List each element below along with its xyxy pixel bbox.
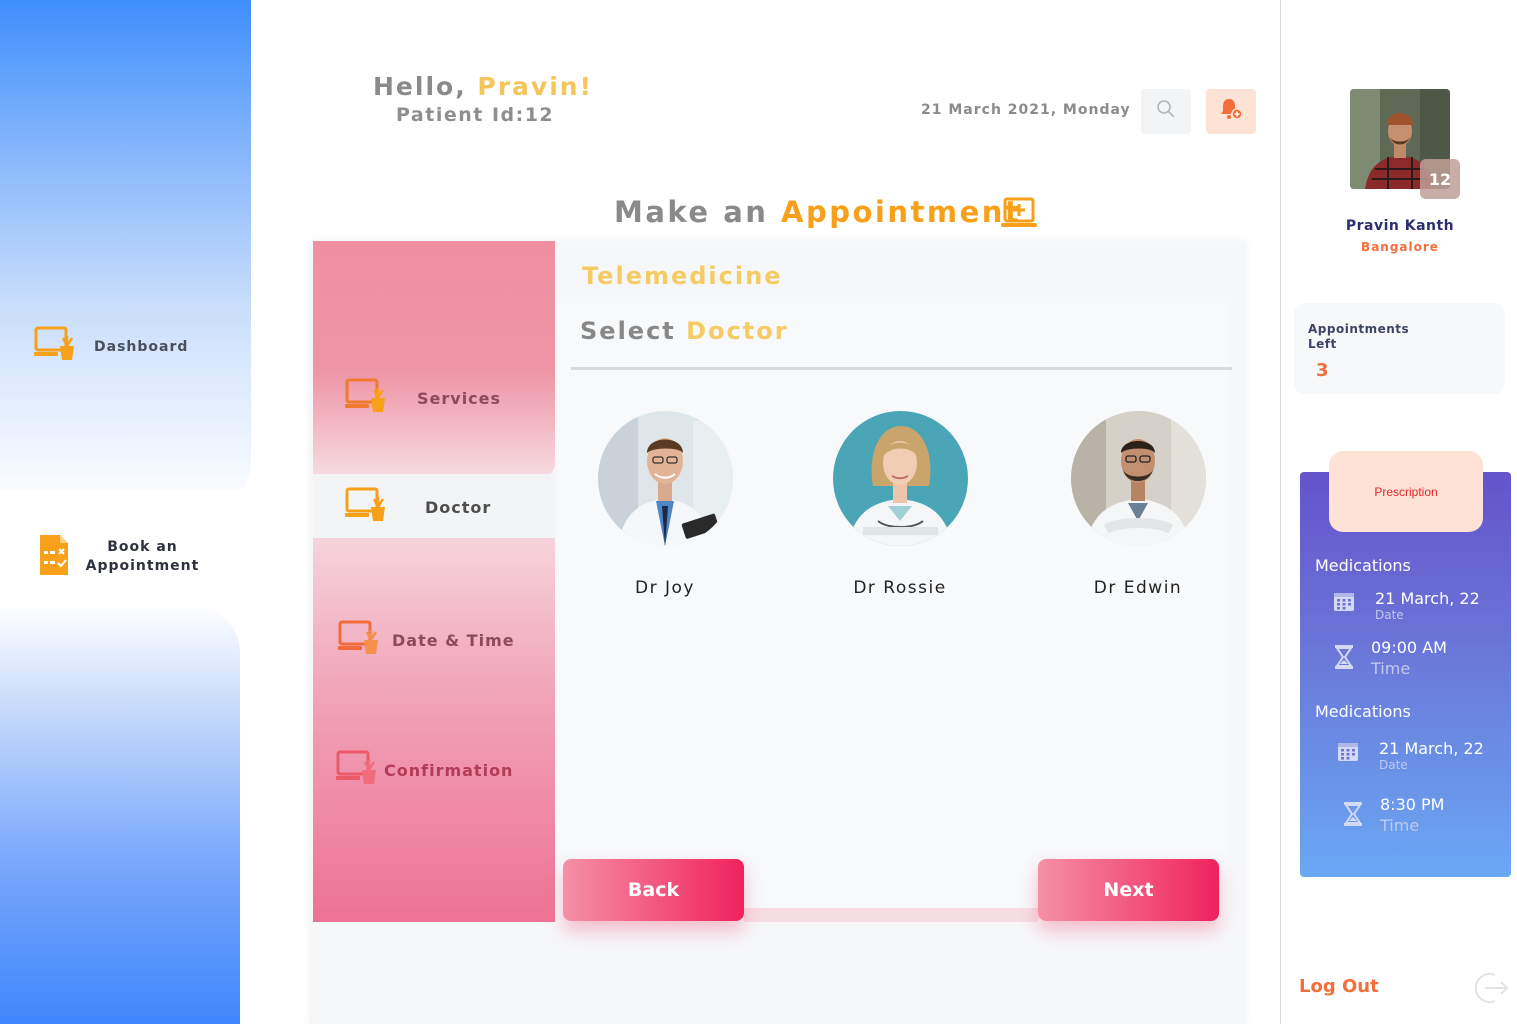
medical-laptop-icon <box>1001 197 1037 234</box>
steps-panel-top <box>313 241 555 479</box>
appointments-left-label: Appointments Left <box>1308 322 1410 351</box>
sidebar-top-panel <box>0 0 251 510</box>
back-button[interactable]: Back <box>563 859 744 921</box>
calendar-icon <box>1337 740 1359 767</box>
medication-date-label: Date <box>1379 758 1408 772</box>
step-date-time[interactable]: Date & Time <box>338 620 515 661</box>
prescription-tab[interactable]: Prescription <box>1329 451 1483 532</box>
laptop-plant-icon <box>345 487 387 528</box>
calendar-icon <box>1333 590 1355 617</box>
profile-badge: 12 <box>1420 159 1460 199</box>
sidebar-bottom-panel <box>0 605 240 1024</box>
service-name: Telemedicine <box>582 262 783 290</box>
step-label: Date & Time <box>392 631 515 650</box>
search-icon <box>1156 99 1176 124</box>
logout-button[interactable]: Log Out <box>1299 976 1379 997</box>
appointments-left-value: 3 <box>1316 360 1329 381</box>
laptop-plant-icon <box>336 750 378 791</box>
greeting: Hello, Pravin! <box>373 72 593 101</box>
medications-heading: Medications <box>1315 702 1411 721</box>
sidebar-item-label: Appointment <box>85 558 200 574</box>
doctor-card-rossie[interactable]: Dr Rossie <box>810 411 990 598</box>
medication-date: 21 March, 22 <box>1375 589 1480 608</box>
medication-time-label: Time <box>1380 816 1420 835</box>
step-doctor[interactable]: Doctor <box>345 487 491 528</box>
bell-plus-icon <box>1219 97 1243 126</box>
section-heading: Select Doctor <box>580 317 789 345</box>
doctor-name: Dr Edwin <box>1093 578 1183 598</box>
medication-time: 09:00 AM <box>1371 638 1447 657</box>
divider <box>571 367 1232 370</box>
medication-date: 21 March, 22 <box>1379 739 1484 758</box>
notification-button[interactable] <box>1206 89 1256 134</box>
doctor-card-edwin[interactable]: Dr Edwin <box>1048 411 1228 598</box>
sidebar-item-label: Book an <box>107 539 178 555</box>
step-services[interactable]: Services <box>345 378 501 419</box>
page-title: Make an Appointment <box>614 195 1021 229</box>
step-label: Confirmation <box>384 761 514 780</box>
sidebar-item-label: Dashboard <box>94 338 189 355</box>
greeting-text: Hello, <box>373 72 478 101</box>
doctor-card-joy[interactable]: Dr Joy <box>575 411 755 598</box>
doctor-avatar <box>832 411 968 546</box>
medication-date-label: Date <box>1375 608 1404 622</box>
profile-name: Pravin Kanth <box>1345 218 1455 234</box>
medication-time-label: Time <box>1371 659 1411 678</box>
doctor-name: Dr Joy <box>635 578 695 598</box>
patient-id: Patient Id:12 <box>396 104 555 126</box>
page-title-accent: Appointment <box>781 195 1022 229</box>
sidebar-item-dashboard[interactable]: Dashboard <box>34 326 188 367</box>
doctor-name: Dr Rossie <box>853 578 947 598</box>
sidebar-item-book-appointment[interactable]: Book an Appointment <box>80 538 205 576</box>
steps-panel-bottom <box>313 538 555 922</box>
medications-heading: Medications <box>1315 556 1411 575</box>
user-name: Pravin! <box>477 72 593 101</box>
search-button[interactable] <box>1141 89 1191 134</box>
button-bar-strip <box>744 908 1038 922</box>
right-panel-divider <box>1280 0 1281 1024</box>
laptop-plant-icon <box>345 378 387 419</box>
document-checklist-icon <box>38 535 70 580</box>
hourglass-icon <box>1344 802 1362 831</box>
laptop-plant-icon <box>338 620 380 661</box>
step-label: Doctor <box>425 498 492 517</box>
section-heading-prefix: Select <box>580 317 676 345</box>
medication-time: 8:30 PM <box>1380 795 1445 814</box>
hourglass-icon <box>1335 645 1353 674</box>
section-heading-accent: Doctor <box>686 317 789 345</box>
step-confirmation[interactable]: Confirmation <box>336 750 513 791</box>
page-title-prefix: Make an <box>614 195 769 229</box>
laptop-plant-icon <box>34 326 76 367</box>
content-inner-panel <box>557 303 1229 922</box>
next-button[interactable]: Next <box>1038 859 1219 921</box>
current-date: 21 March 2021, Monday <box>921 102 1131 118</box>
sidebar: Dashboard Book an Appointment <box>0 0 252 1024</box>
step-label: Services <box>417 389 502 408</box>
profile-city: Bangalore <box>1361 240 1439 254</box>
doctor-avatar <box>1070 411 1206 546</box>
doctor-avatar <box>597 411 733 546</box>
logout-icon[interactable] <box>1473 971 1509 1010</box>
